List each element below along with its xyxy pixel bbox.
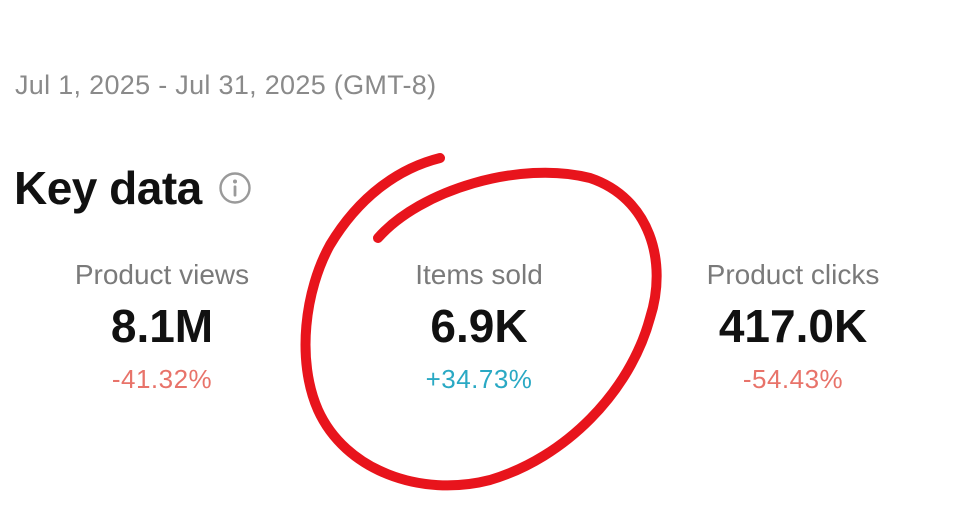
- metric-label: Product views: [74, 259, 250, 290]
- metric-value: 8.1M: [110, 300, 214, 352]
- metric-label: Product clicks: [706, 259, 880, 290]
- metric-change: +34.73%: [425, 364, 533, 394]
- metric-change: -41.32%: [111, 364, 213, 394]
- info-icon[interactable]: [218, 171, 252, 205]
- metric-product-views[interactable]: Product views 8.1M -41.32%: [22, 255, 302, 397]
- section-title: Key data: [14, 162, 202, 214]
- metric-change: -54.43%: [742, 364, 844, 394]
- key-data-header: Key data: [14, 160, 252, 216]
- metric-value: 6.9K: [430, 300, 528, 352]
- metric-product-clicks[interactable]: Product clicks 417.0K -54.43%: [653, 255, 933, 397]
- metric-value: 417.0K: [718, 300, 868, 352]
- metric-items-sold[interactable]: Items sold 6.9K +34.73%: [339, 255, 619, 397]
- date-range[interactable]: Jul 1, 2025 - Jul 31, 2025 (GMT-8): [15, 70, 436, 101]
- metric-label: Items sold: [415, 259, 543, 290]
